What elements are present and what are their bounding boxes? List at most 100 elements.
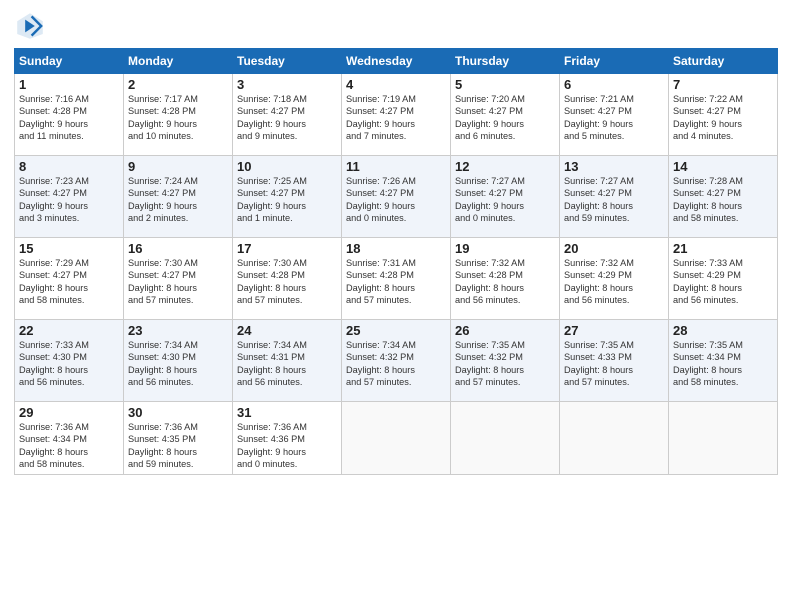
calendar-cell: 25Sunrise: 7:34 AMSunset: 4:32 PMDayligh… xyxy=(342,320,451,402)
day-number: 15 xyxy=(19,241,119,256)
day-number: 5 xyxy=(455,77,555,92)
calendar-cell: 31Sunrise: 7:36 AMSunset: 4:36 PMDayligh… xyxy=(233,402,342,475)
calendar-cell xyxy=(451,402,560,475)
day-number: 14 xyxy=(673,159,773,174)
cell-info: Sunrise: 7:19 AMSunset: 4:27 PMDaylight:… xyxy=(346,93,446,143)
day-number: 9 xyxy=(128,159,228,174)
header-cell-saturday: Saturday xyxy=(669,49,778,74)
calendar-cell: 6Sunrise: 7:21 AMSunset: 4:27 PMDaylight… xyxy=(560,74,669,156)
page: SundayMondayTuesdayWednesdayThursdayFrid… xyxy=(0,0,792,612)
day-number: 29 xyxy=(19,405,119,420)
cell-info: Sunrise: 7:25 AMSunset: 4:27 PMDaylight:… xyxy=(237,175,337,225)
cell-info: Sunrise: 7:22 AMSunset: 4:27 PMDaylight:… xyxy=(673,93,773,143)
calendar-cell: 22Sunrise: 7:33 AMSunset: 4:30 PMDayligh… xyxy=(15,320,124,402)
calendar-cell: 8Sunrise: 7:23 AMSunset: 4:27 PMDaylight… xyxy=(15,156,124,238)
cell-info: Sunrise: 7:17 AMSunset: 4:28 PMDaylight:… xyxy=(128,93,228,143)
day-number: 22 xyxy=(19,323,119,338)
cell-info: Sunrise: 7:16 AMSunset: 4:28 PMDaylight:… xyxy=(19,93,119,143)
calendar-cell: 14Sunrise: 7:28 AMSunset: 4:27 PMDayligh… xyxy=(669,156,778,238)
cell-info: Sunrise: 7:34 AMSunset: 4:30 PMDaylight:… xyxy=(128,339,228,389)
calendar-cell: 5Sunrise: 7:20 AMSunset: 4:27 PMDaylight… xyxy=(451,74,560,156)
header-cell-thursday: Thursday xyxy=(451,49,560,74)
header-cell-wednesday: Wednesday xyxy=(342,49,451,74)
day-number: 21 xyxy=(673,241,773,256)
calendar-cell: 17Sunrise: 7:30 AMSunset: 4:28 PMDayligh… xyxy=(233,238,342,320)
calendar-cell: 1Sunrise: 7:16 AMSunset: 4:28 PMDaylight… xyxy=(15,74,124,156)
day-number: 11 xyxy=(346,159,446,174)
day-number: 20 xyxy=(564,241,664,256)
day-number: 30 xyxy=(128,405,228,420)
calendar-cell xyxy=(560,402,669,475)
day-number: 6 xyxy=(564,77,664,92)
cell-info: Sunrise: 7:36 AMSunset: 4:34 PMDaylight:… xyxy=(19,421,119,471)
calendar-cell: 13Sunrise: 7:27 AMSunset: 4:27 PMDayligh… xyxy=(560,156,669,238)
cell-info: Sunrise: 7:31 AMSunset: 4:28 PMDaylight:… xyxy=(346,257,446,307)
cell-info: Sunrise: 7:32 AMSunset: 4:28 PMDaylight:… xyxy=(455,257,555,307)
cell-info: Sunrise: 7:30 AMSunset: 4:28 PMDaylight:… xyxy=(237,257,337,307)
calendar-cell: 7Sunrise: 7:22 AMSunset: 4:27 PMDaylight… xyxy=(669,74,778,156)
day-number: 7 xyxy=(673,77,773,92)
day-number: 25 xyxy=(346,323,446,338)
calendar-cell: 2Sunrise: 7:17 AMSunset: 4:28 PMDaylight… xyxy=(124,74,233,156)
calendar-cell: 30Sunrise: 7:36 AMSunset: 4:35 PMDayligh… xyxy=(124,402,233,475)
calendar-cell: 11Sunrise: 7:26 AMSunset: 4:27 PMDayligh… xyxy=(342,156,451,238)
day-number: 10 xyxy=(237,159,337,174)
logo-icon xyxy=(14,10,46,42)
day-number: 13 xyxy=(564,159,664,174)
calendar-week-row: 8Sunrise: 7:23 AMSunset: 4:27 PMDaylight… xyxy=(15,156,778,238)
day-number: 4 xyxy=(346,77,446,92)
header-cell-friday: Friday xyxy=(560,49,669,74)
cell-info: Sunrise: 7:27 AMSunset: 4:27 PMDaylight:… xyxy=(455,175,555,225)
calendar-cell: 15Sunrise: 7:29 AMSunset: 4:27 PMDayligh… xyxy=(15,238,124,320)
cell-info: Sunrise: 7:21 AMSunset: 4:27 PMDaylight:… xyxy=(564,93,664,143)
calendar-cell: 4Sunrise: 7:19 AMSunset: 4:27 PMDaylight… xyxy=(342,74,451,156)
cell-info: Sunrise: 7:35 AMSunset: 4:34 PMDaylight:… xyxy=(673,339,773,389)
calendar-cell: 24Sunrise: 7:34 AMSunset: 4:31 PMDayligh… xyxy=(233,320,342,402)
calendar-cell: 9Sunrise: 7:24 AMSunset: 4:27 PMDaylight… xyxy=(124,156,233,238)
cell-info: Sunrise: 7:30 AMSunset: 4:27 PMDaylight:… xyxy=(128,257,228,307)
cell-info: Sunrise: 7:32 AMSunset: 4:29 PMDaylight:… xyxy=(564,257,664,307)
calendar-week-row: 22Sunrise: 7:33 AMSunset: 4:30 PMDayligh… xyxy=(15,320,778,402)
cell-info: Sunrise: 7:36 AMSunset: 4:35 PMDaylight:… xyxy=(128,421,228,471)
cell-info: Sunrise: 7:35 AMSunset: 4:33 PMDaylight:… xyxy=(564,339,664,389)
calendar-cell: 16Sunrise: 7:30 AMSunset: 4:27 PMDayligh… xyxy=(124,238,233,320)
header-cell-sunday: Sunday xyxy=(15,49,124,74)
calendar-cell: 28Sunrise: 7:35 AMSunset: 4:34 PMDayligh… xyxy=(669,320,778,402)
cell-info: Sunrise: 7:28 AMSunset: 4:27 PMDaylight:… xyxy=(673,175,773,225)
calendar-cell: 21Sunrise: 7:33 AMSunset: 4:29 PMDayligh… xyxy=(669,238,778,320)
header xyxy=(14,10,778,42)
calendar-table: SundayMondayTuesdayWednesdayThursdayFrid… xyxy=(14,48,778,475)
calendar-week-row: 15Sunrise: 7:29 AMSunset: 4:27 PMDayligh… xyxy=(15,238,778,320)
day-number: 16 xyxy=(128,241,228,256)
calendar-header-row: SundayMondayTuesdayWednesdayThursdayFrid… xyxy=(15,49,778,74)
cell-info: Sunrise: 7:34 AMSunset: 4:31 PMDaylight:… xyxy=(237,339,337,389)
day-number: 23 xyxy=(128,323,228,338)
day-number: 18 xyxy=(346,241,446,256)
calendar-cell: 18Sunrise: 7:31 AMSunset: 4:28 PMDayligh… xyxy=(342,238,451,320)
cell-info: Sunrise: 7:20 AMSunset: 4:27 PMDaylight:… xyxy=(455,93,555,143)
calendar-cell xyxy=(342,402,451,475)
day-number: 12 xyxy=(455,159,555,174)
cell-info: Sunrise: 7:23 AMSunset: 4:27 PMDaylight:… xyxy=(19,175,119,225)
cell-info: Sunrise: 7:33 AMSunset: 4:29 PMDaylight:… xyxy=(673,257,773,307)
cell-info: Sunrise: 7:34 AMSunset: 4:32 PMDaylight:… xyxy=(346,339,446,389)
day-number: 31 xyxy=(237,405,337,420)
day-number: 28 xyxy=(673,323,773,338)
calendar-cell: 10Sunrise: 7:25 AMSunset: 4:27 PMDayligh… xyxy=(233,156,342,238)
header-cell-monday: Monday xyxy=(124,49,233,74)
calendar-week-row: 29Sunrise: 7:36 AMSunset: 4:34 PMDayligh… xyxy=(15,402,778,475)
calendar-cell: 27Sunrise: 7:35 AMSunset: 4:33 PMDayligh… xyxy=(560,320,669,402)
day-number: 3 xyxy=(237,77,337,92)
day-number: 8 xyxy=(19,159,119,174)
day-number: 17 xyxy=(237,241,337,256)
calendar-cell: 19Sunrise: 7:32 AMSunset: 4:28 PMDayligh… xyxy=(451,238,560,320)
day-number: 2 xyxy=(128,77,228,92)
logo xyxy=(14,10,50,42)
header-cell-tuesday: Tuesday xyxy=(233,49,342,74)
day-number: 26 xyxy=(455,323,555,338)
calendar-cell: 3Sunrise: 7:18 AMSunset: 4:27 PMDaylight… xyxy=(233,74,342,156)
cell-info: Sunrise: 7:27 AMSunset: 4:27 PMDaylight:… xyxy=(564,175,664,225)
calendar-cell: 23Sunrise: 7:34 AMSunset: 4:30 PMDayligh… xyxy=(124,320,233,402)
calendar-week-row: 1Sunrise: 7:16 AMSunset: 4:28 PMDaylight… xyxy=(15,74,778,156)
calendar-cell: 20Sunrise: 7:32 AMSunset: 4:29 PMDayligh… xyxy=(560,238,669,320)
